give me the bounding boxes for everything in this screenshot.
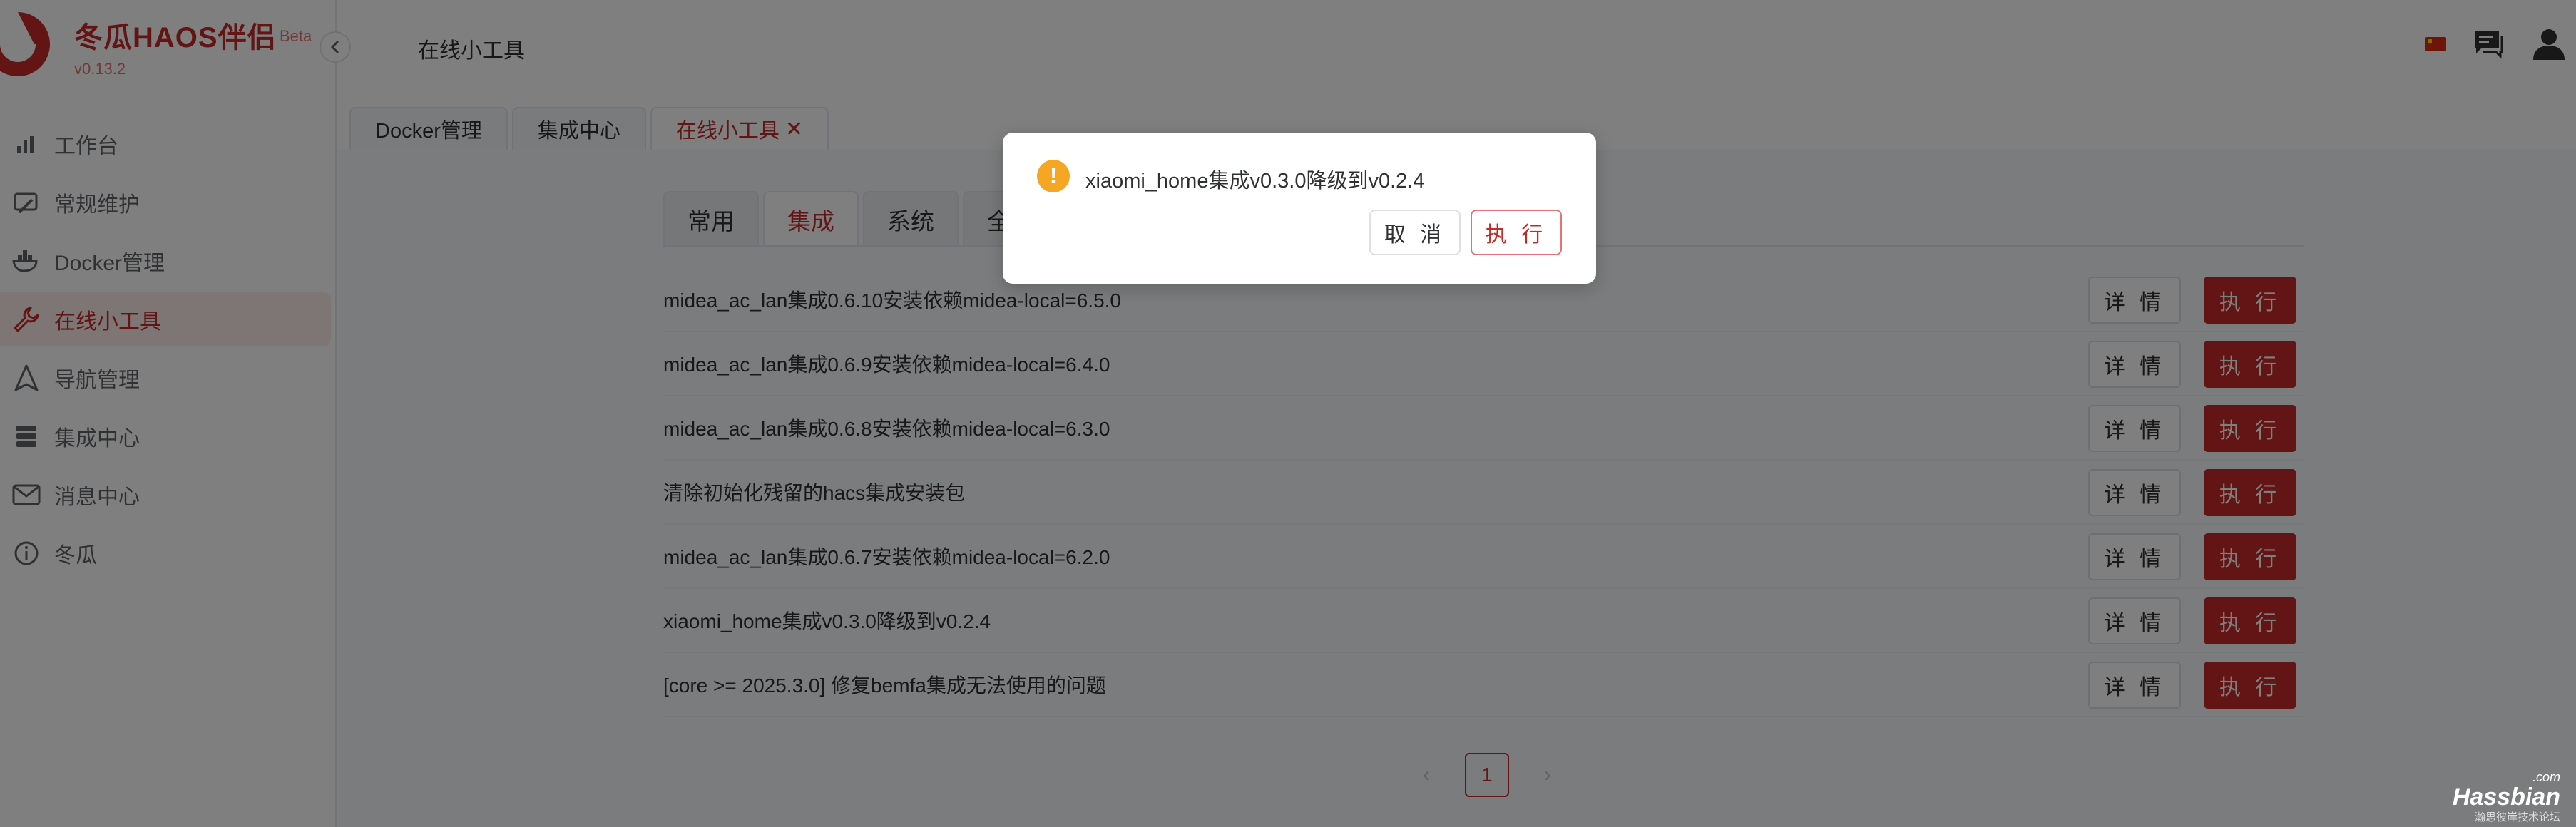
cancel-button[interactable]: 取 消	[1369, 210, 1461, 255]
confirm-dialog: ! xiaomi_home集成v0.3.0降级到v0.2.4 取 消 执 行	[1003, 133, 1596, 284]
watermark-subtitle: 瀚思彼岸技术论坛	[2474, 811, 2560, 823]
dialog-message: xiaomi_home集成v0.3.0降级到v0.2.4	[1085, 170, 1425, 192]
warning-icon: !	[1037, 160, 1070, 192]
watermark-com: .com	[2532, 770, 2560, 784]
watermark-logo: Hassbian	[2452, 784, 2560, 811]
watermark: .com Hassbian 瀚思彼岸技术论坛	[2453, 770, 2560, 824]
modal-overlay[interactable]	[0, 0, 2576, 827]
confirm-execute-button[interactable]: 执 行	[1471, 210, 1562, 255]
